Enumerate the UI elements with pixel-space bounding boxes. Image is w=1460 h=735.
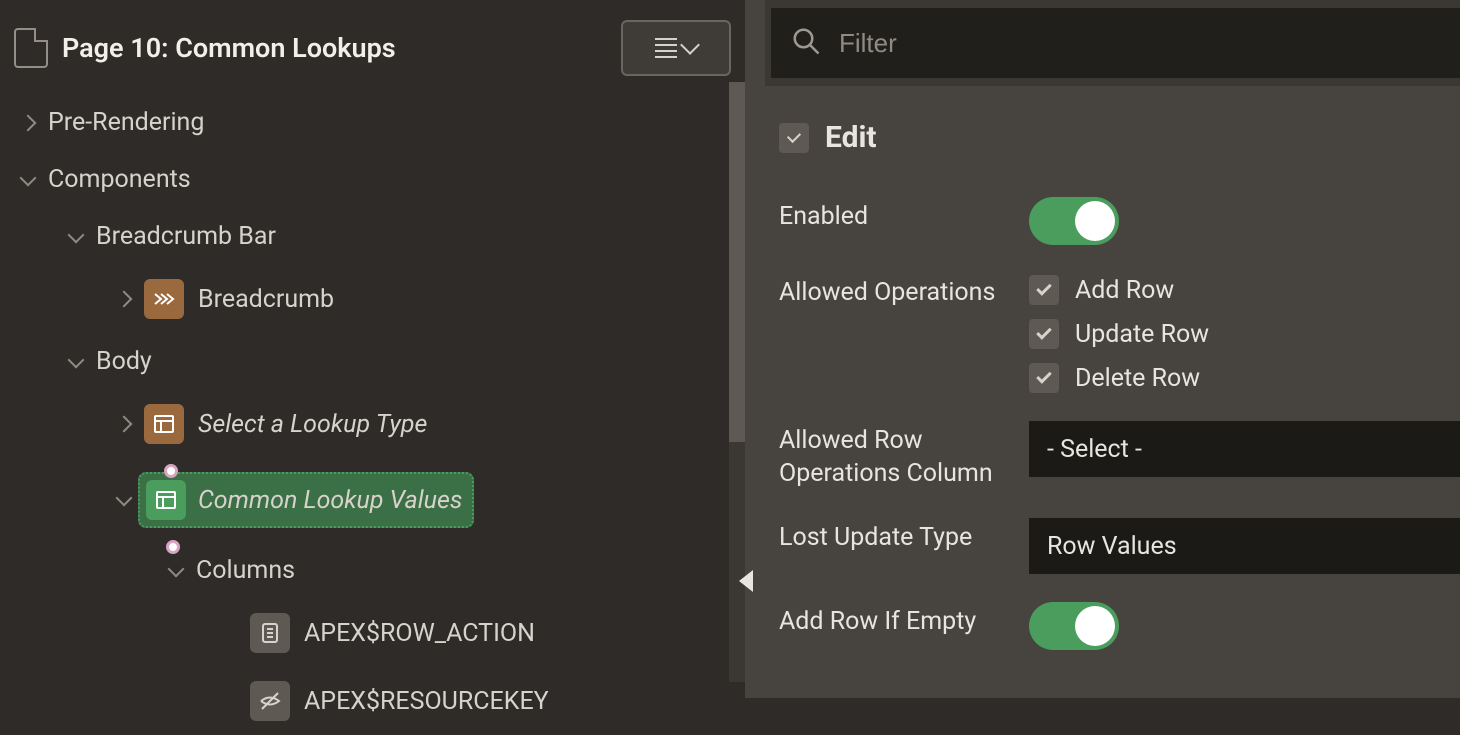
tree-label: Columns — [196, 556, 295, 585]
tree-label: Breadcrumb Bar — [96, 222, 276, 251]
prop-label: Lost Update Type — [779, 518, 1009, 555]
tree-label: Components — [48, 165, 191, 194]
check-icon — [1036, 368, 1052, 384]
prop-label: Allowed Row Operations Column — [779, 421, 1009, 490]
checkbox-update-row[interactable]: Update Row — [1029, 319, 1209, 349]
chevron-down-icon — [680, 35, 700, 55]
prop-label: Enabled — [779, 197, 1009, 234]
chevron-down-icon[interactable] — [68, 351, 85, 368]
left-header: Page 10: Common Lookups — [0, 0, 745, 94]
tree-node-pre-rendering[interactable]: Pre-Rendering — [0, 94, 745, 151]
filter-input[interactable] — [839, 28, 1440, 59]
chevron-down-icon[interactable] — [20, 169, 37, 186]
prop-lost-update-type: Lost Update Type Row Values — [771, 504, 1460, 588]
tree-label: Body — [96, 347, 152, 376]
breadcrumb-icon — [144, 279, 184, 319]
lost-update-type-select[interactable]: Row Values — [1029, 518, 1460, 574]
tree-node-columns[interactable]: Columns — [0, 542, 745, 599]
prop-enabled: Enabled — [771, 183, 1460, 259]
tree-label: APEX$ROW_ACTION — [304, 619, 535, 648]
tree-node-column-resourcekey[interactable]: APEX$RESOURCEKEY — [0, 667, 745, 735]
chevron-right-icon[interactable] — [116, 416, 133, 433]
property-editor-panel: Edit Enabled Allowed Operations Add Row … — [765, 0, 1460, 698]
chevron-down-icon[interactable] — [168, 560, 185, 577]
component-tree: Pre-Rendering Components Breadcrumb Bar … — [0, 94, 745, 735]
chevron-right-icon[interactable] — [116, 291, 133, 308]
tree-node-breadcrumb[interactable]: Breadcrumb — [0, 265, 745, 333]
section-collapse-button[interactable] — [779, 123, 809, 153]
toggle-knob — [1075, 201, 1115, 241]
tree-label: Breadcrumb — [198, 285, 334, 314]
tree-menu-button[interactable] — [621, 20, 731, 76]
tree-node-components[interactable]: Components — [0, 151, 745, 208]
search-icon — [791, 26, 821, 60]
indicator-dot-icon — [164, 464, 178, 478]
tree-node-select-lookup-type[interactable]: Select a Lookup Type — [0, 390, 745, 458]
checkbox-label: Add Row — [1075, 276, 1174, 305]
checkbox-add-row[interactable]: Add Row — [1029, 275, 1209, 305]
prop-label: Add Row If Empty — [779, 602, 1009, 639]
chevron-down-icon[interactable] — [68, 226, 85, 243]
chevron-down-icon — [787, 129, 801, 143]
property-body: Edit Enabled Allowed Operations Add Row … — [765, 86, 1460, 698]
tree-label: APEX$RESOURCEKEY — [304, 687, 549, 716]
tree-node-column-row-action[interactable]: APEX$ROW_ACTION — [0, 599, 745, 667]
region-icon — [144, 404, 184, 444]
tree-label: Pre-Rendering — [48, 108, 204, 137]
checkbox-delete-row[interactable]: Delete Row — [1029, 363, 1209, 393]
chevron-down-icon[interactable] — [116, 490, 133, 507]
indicator-dot-icon — [166, 540, 180, 554]
panel-divider[interactable] — [745, 0, 765, 698]
interactive-grid-icon — [146, 480, 186, 520]
prop-label: Allowed Operations — [779, 273, 1009, 310]
tree-node-breadcrumb-bar[interactable]: Breadcrumb Bar — [0, 208, 745, 265]
add-row-if-empty-toggle[interactable] — [1029, 602, 1119, 650]
allowed-row-ops-column-select[interactable]: - Select - — [1029, 421, 1460, 477]
prop-allowed-row-ops-column: Allowed Row Operations Column - Select - — [771, 407, 1460, 504]
enabled-toggle[interactable] — [1029, 197, 1119, 245]
section-header-edit[interactable]: Edit — [771, 116, 1460, 183]
tree-label: Select a Lookup Type — [198, 410, 427, 439]
check-icon — [1036, 324, 1052, 340]
column-icon — [250, 613, 290, 653]
chevron-right-icon[interactable] — [20, 114, 37, 131]
select-value: - Select - — [1047, 435, 1142, 464]
page-title: Page 10: Common Lookups — [62, 32, 607, 64]
scrollbar-thumb[interactable] — [729, 82, 745, 442]
component-tree-panel: Page 10: Common Lookups Pre-Rendering Co… — [0, 0, 745, 698]
tree-scrollbar[interactable] — [729, 82, 745, 682]
hidden-column-icon — [250, 681, 290, 721]
checkbox-label: Delete Row — [1075, 364, 1200, 393]
prop-add-row-if-empty: Add Row If Empty — [771, 588, 1460, 664]
tree-node-body[interactable]: Body — [0, 333, 745, 390]
tree-node-common-lookup-values[interactable]: Common Lookup Values — [0, 458, 745, 542]
prop-allowed-operations: Allowed Operations Add Row Update Row De… — [771, 259, 1460, 407]
section-title: Edit — [825, 120, 877, 155]
page-icon — [14, 28, 48, 68]
checkbox-label: Update Row — [1075, 320, 1209, 349]
allowed-operations-list: Add Row Update Row Delete Row — [1029, 273, 1209, 393]
menu-icon — [655, 38, 677, 58]
tree-label: Common Lookup Values — [198, 486, 462, 515]
check-icon — [1036, 280, 1052, 296]
toggle-knob — [1075, 606, 1115, 646]
selected-node: Common Lookup Values — [138, 472, 474, 528]
select-value: Row Values — [1047, 532, 1177, 561]
filter-bar — [771, 8, 1460, 78]
